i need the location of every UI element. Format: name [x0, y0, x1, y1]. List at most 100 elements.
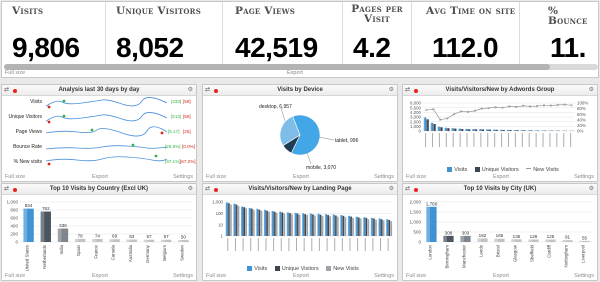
x-tick-label	[452, 133, 454, 147]
bar-shine	[267, 211, 269, 236]
legend-swatch	[526, 168, 532, 169]
x-tick-label	[459, 133, 461, 147]
bar-visits-shine	[513, 130, 515, 131]
full-size-link[interactable]: Full size	[206, 273, 226, 279]
settings-link[interactable]: Settings	[173, 273, 193, 279]
gear-icon[interactable]: ⚙	[589, 87, 594, 93]
widget-footer: Full size Export Settings	[203, 271, 397, 280]
bar-unique-shine	[426, 119, 428, 131]
widget-city: ⇄ Top 10 Visits by City (UK) ⚙ 2,000 1,50…	[402, 183, 598, 281]
bar-shine	[327, 215, 328, 236]
kpi-label: % Bounce	[548, 5, 588, 27]
full-size-link[interactable]: Full size	[406, 174, 426, 180]
kpi-value: 4.2	[353, 32, 391, 63]
bar-shine	[233, 203, 235, 236]
widget-footer: Full size Export Settings	[403, 172, 597, 181]
x-tick-label	[501, 133, 503, 147]
kpi-value: 8,052	[116, 32, 184, 63]
kpi-label: Pages per Visit	[351, 3, 403, 25]
bar-shine	[225, 202, 227, 236]
export-link[interactable]: Export	[92, 174, 108, 180]
x-tick-label	[528, 133, 530, 147]
bar-shine	[258, 209, 260, 236]
gear-icon[interactable]: ⚙	[589, 186, 594, 192]
settings-link[interactable]: Settings	[374, 174, 394, 180]
adwords-chart: 6,000 5,600 4,000 3,000 2,000 1,000 0 100% 80% 60…	[403, 97, 597, 173]
bar-shine	[319, 214, 321, 236]
gear-icon[interactable]: ⚙	[188, 186, 193, 192]
export-link[interactable]: Export	[287, 70, 303, 76]
kpi-scrollbar-thumb[interactable]	[4, 64, 550, 70]
category-label: India	[59, 244, 64, 254]
x-tick-label	[431, 133, 433, 147]
x-tick-label	[303, 238, 305, 251]
tick-label: 100%	[577, 101, 588, 106]
tick-label: 80%	[577, 106, 586, 111]
bar-shine	[363, 217, 365, 236]
x-tick-label	[570, 133, 572, 147]
x-tick-label	[318, 238, 320, 251]
export-link[interactable]: Export	[493, 174, 509, 180]
settings-link[interactable]: Settings	[574, 273, 594, 279]
category-label: France	[93, 244, 98, 258]
data-label: 308	[445, 230, 453, 235]
bar-shine	[386, 219, 387, 236]
row-label: Bounce Rate	[13, 144, 42, 150]
bar-unique-shine	[488, 129, 490, 131]
tick-label: 1,000	[7, 200, 19, 205]
bar-shine	[288, 213, 290, 236]
bar-shine	[321, 215, 323, 236]
min-dot	[47, 105, 51, 109]
pie-label-tablet: tablet, 996	[335, 138, 359, 144]
full-size-link[interactable]: Full size	[5, 273, 25, 279]
min-dot	[47, 120, 51, 124]
bar-shine	[283, 213, 284, 236]
x-tick-label	[473, 133, 475, 147]
settings-link[interactable]: Settings	[374, 273, 394, 279]
bar-shine	[260, 210, 262, 236]
export-link[interactable]: Export	[293, 174, 309, 180]
gear-icon[interactable]: ⚙	[389, 87, 394, 93]
bar-shine	[126, 239, 131, 242]
widget-header: ⇄ Top 10 Visits by City (UK) ⚙	[403, 184, 597, 195]
max-dot	[90, 128, 94, 132]
export-link[interactable]: Export	[293, 273, 309, 279]
x-tick-label	[357, 238, 359, 251]
bar-shine	[342, 215, 344, 236]
tick-label: 10	[218, 222, 223, 227]
x-tick-label	[341, 238, 343, 251]
kpi-label: Avg Time on site	[426, 5, 516, 17]
full-size-link[interactable]: Full size	[406, 273, 426, 279]
settings-link[interactable]: Settings	[173, 174, 193, 180]
bar-shine	[306, 215, 307, 236]
bar-shine	[511, 239, 515, 242]
category-label: United States	[25, 244, 30, 271]
x-tick-label	[372, 238, 374, 251]
bar-shine	[443, 235, 447, 242]
bar-shine	[275, 212, 277, 236]
bar-visits-shine	[527, 130, 529, 131]
full-size-link[interactable]: Full size	[206, 174, 226, 180]
data-label: 336	[59, 223, 67, 228]
city-chart: 2,000 1,500 1,000 500 0 1,760 London 308 Birming…	[403, 196, 597, 272]
export-link[interactable]: Export	[92, 273, 108, 279]
bar-shine	[178, 240, 182, 242]
tick-label: 100	[216, 211, 224, 216]
bar-shine	[382, 220, 384, 236]
widget-device: ⇄ Visits by Device ⚙ desktop, 6,957 tabl…	[202, 84, 398, 182]
widget-footer: Full size Export Settings	[2, 271, 196, 280]
full-size-link[interactable]: Full size	[5, 70, 25, 76]
country-chart: 1,000 800 600 400 200 0 834 United States 762 Net…	[2, 196, 196, 272]
category-label: Glasgow	[513, 244, 518, 262]
bar-unique-shine	[433, 124, 435, 131]
export-link[interactable]: Export	[493, 273, 509, 279]
gear-icon[interactable]: ⚙	[188, 87, 193, 93]
bar-visits-shine	[486, 129, 487, 131]
gear-icon[interactable]: ⚙	[389, 186, 394, 192]
bar-shine	[273, 211, 275, 236]
full-size-link[interactable]: Full size	[5, 174, 25, 180]
bar-shine	[359, 218, 361, 236]
tick-label: 1	[221, 234, 224, 239]
category-label: Manchester	[462, 244, 467, 267]
settings-link[interactable]: Settings	[574, 174, 594, 180]
